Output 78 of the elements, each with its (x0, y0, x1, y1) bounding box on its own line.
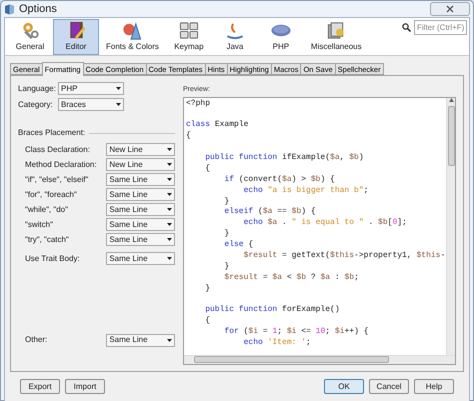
field-label: "if", "else", "elseif" (25, 174, 90, 186)
group-title: Braces Placement: (18, 127, 86, 139)
dialog-button[interactable]: Export (20, 379, 60, 394)
field-label: Use Trait Body: (25, 252, 81, 264)
code-line: echo $a . " is equal to " . $b[0]; (242, 218, 407, 230)
dropdown[interactable]: Same Line (106, 203, 175, 216)
field-label: "while", "do" (25, 204, 69, 216)
close-icon (446, 5, 454, 13)
code-line: if (convert($a) > $b) { (223, 174, 335, 186)
caret-icon (167, 193, 172, 196)
field-label: "try", "catch" (25, 234, 70, 246)
window-title: Options (19, 2, 57, 17)
dropdown[interactable]: Same Line (106, 173, 175, 186)
code-line: <?php (186, 98, 210, 110)
category-button[interactable]: PHP (258, 19, 304, 55)
code-line: } (223, 262, 230, 273)
field-label: Method Declaration: (25, 158, 98, 170)
caret-icon (167, 208, 172, 211)
code-line: echo 'Item: '; (242, 338, 311, 349)
dialog-button[interactable]: OK (324, 379, 364, 394)
code-line: class Example (186, 120, 248, 131)
caret-icon (167, 338, 172, 342)
code-line: public function forExample() (204, 305, 340, 316)
caret-icon (167, 178, 172, 181)
caret-icon (167, 148, 172, 151)
code-line: } (223, 229, 230, 240)
category-button[interactable]: Fonts & Colors (99, 19, 166, 55)
dropdown[interactable]: PHP (58, 82, 124, 95)
code-line: { (204, 164, 210, 175)
shapes-icon (121, 20, 144, 41)
keys-icon (178, 20, 200, 41)
window-icon (4, 4, 15, 14)
code-line: $result = $a < $b ? $a : $b; (223, 272, 359, 284)
dialog-button[interactable]: Import (65, 379, 105, 394)
search-icon (402, 23, 411, 32)
caret-icon (167, 163, 172, 166)
field-label: Language: (18, 82, 57, 94)
close-button[interactable] (430, 2, 470, 16)
category-button[interactable]: General (7, 19, 53, 55)
dialog-button[interactable]: Help (414, 379, 454, 394)
field-label: "for", "foreach" (25, 188, 78, 200)
code-line: for ($i = 1; $i <= 10; $i++) { (223, 327, 369, 338)
code-line: $result = getText($this->property1, $this- (242, 250, 446, 262)
code-line: } (204, 284, 210, 295)
dropdown[interactable]: Braces (58, 98, 124, 111)
code-line: { (204, 316, 210, 328)
category-button[interactable]: Java (212, 19, 258, 55)
dialog-button[interactable]: Cancel (369, 379, 409, 394)
category-button[interactable]: Keymap (166, 19, 212, 55)
field-label: Class Declaration: (25, 144, 91, 156)
caret-icon (167, 223, 172, 226)
dropdown[interactable]: New Line (106, 158, 175, 171)
dropdown[interactable]: Same Line (106, 218, 175, 231)
code-line: elseif ($a == $b) { (223, 207, 316, 218)
category-button[interactable]: Miscellaneous (304, 19, 369, 55)
dropdown[interactable]: Same Line (106, 334, 175, 346)
scroll-thumb[interactable] (448, 106, 454, 166)
code-line: { (186, 131, 191, 142)
caret-icon (116, 103, 121, 106)
horizontal-scrollbar[interactable] (184, 354, 455, 364)
dropdown[interactable]: Same Line (106, 188, 175, 201)
vertical-scrollbar[interactable] (446, 98, 455, 354)
code-line: public function ifExample($a, $b) (204, 152, 364, 164)
code-line: } (223, 196, 230, 207)
code-line: else { (223, 240, 254, 251)
code-line: echo "a is bigger than b"; (242, 186, 368, 197)
dropdown[interactable]: Same Line (106, 233, 175, 246)
scroll-thumb[interactable] (194, 356, 389, 363)
caret-icon (167, 238, 172, 241)
caret-icon (167, 257, 172, 260)
caret-icon (116, 87, 121, 90)
category-button[interactable]: Editor (53, 19, 99, 55)
dropdown[interactable]: New Line (106, 143, 175, 156)
field-label: Category: (18, 98, 54, 110)
field-label: Other: (25, 334, 48, 346)
field-label: "switch" (25, 218, 54, 230)
dropdown[interactable]: Same Line (106, 252, 175, 265)
filter-field[interactable]: Filter (Ctrl+F) (414, 20, 467, 35)
